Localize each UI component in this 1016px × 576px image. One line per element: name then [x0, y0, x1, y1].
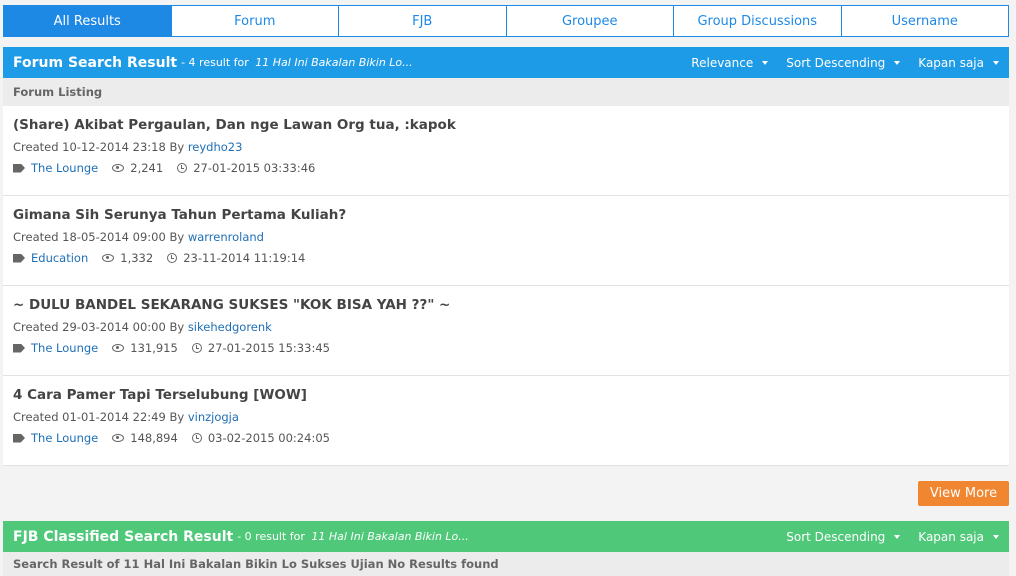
- caret-down-icon: [993, 534, 999, 539]
- search-tabs: All Results Forum FJB Groupee Group Disc…: [3, 5, 1009, 37]
- forum-result-title: Forum Search Result: [13, 54, 178, 71]
- category-link[interactable]: Education: [31, 251, 88, 265]
- view-more-button[interactable]: View More: [918, 481, 1009, 506]
- tag-icon: [13, 343, 25, 353]
- last-post-time: 23-11-2014 11:19:14: [183, 251, 306, 265]
- tab-forum[interactable]: Forum: [172, 6, 339, 36]
- created-text: Created 01-01-2014 22:49 By: [13, 410, 185, 424]
- list-item: ~ DULU BANDEL SEKARANG SUKSES "KOK BISA …: [3, 286, 1009, 376]
- thread-title-link[interactable]: 4 Cara Pamer Tapi Terselubung [WOW]: [13, 387, 999, 403]
- clock-icon: [167, 253, 178, 263]
- thread-created: Created 18-05-2014 09:00 By warrenroland: [13, 230, 999, 244]
- time-filter-label: Kapan saja: [918, 529, 984, 544]
- thread-title-link[interactable]: (Share) Akibat Pergaulan, Dan nge Lawan …: [13, 117, 999, 133]
- clock-icon: [191, 433, 202, 443]
- thread-stats: The Lounge 131,915 27-01-2015 15:33:45: [13, 341, 999, 355]
- category-link[interactable]: The Lounge: [31, 431, 98, 445]
- caret-down-icon: [894, 534, 901, 539]
- forum-result-header: Forum Search Result - 4 result for 11 Ha…: [3, 47, 1009, 78]
- thread-created: Created 01-01-2014 22:49 By vinzjogja: [13, 410, 999, 424]
- eye-icon: [112, 344, 125, 352]
- thread-title-link[interactable]: ~ DULU BANDEL SEKARANG SUKSES "KOK BISA …: [13, 297, 999, 313]
- category-link[interactable]: The Lounge: [31, 341, 98, 355]
- view-count: 1,332: [120, 251, 154, 265]
- forum-result-list: (Share) Akibat Pergaulan, Dan nge Lawan …: [3, 106, 1009, 466]
- time-filter-dropdown[interactable]: Kapan saja: [918, 56, 999, 70]
- caret-down-icon: [894, 60, 901, 65]
- last-post-time: 27-01-2015 15:33:45: [207, 341, 330, 355]
- caret-down-icon: [993, 60, 999, 65]
- created-text: Created 10-12-2014 23:18 By: [13, 140, 185, 154]
- eye-icon: [112, 434, 125, 442]
- tab-group-discussions[interactable]: Group Discussions: [674, 6, 842, 36]
- sort-order-dropdown[interactable]: Sort Descending: [786, 55, 901, 70]
- thread-stats: The Lounge 2,241 27-01-2015 03:33:46: [13, 161, 999, 175]
- last-post-time: 03-02-2015 00:24:05: [207, 431, 330, 445]
- created-text: Created 18-05-2014 09:00 By: [13, 230, 185, 244]
- created-text: Created 29-03-2014 00:00 By: [13, 320, 185, 334]
- tag-icon: [13, 433, 25, 443]
- tab-username[interactable]: Username: [842, 6, 1009, 36]
- eye-icon: [102, 254, 115, 262]
- view-count: 148,894: [130, 431, 178, 445]
- fjb-result-title: FJB Classified Search Result: [13, 528, 234, 545]
- tag-icon: [13, 253, 25, 263]
- list-item: (Share) Akibat Pergaulan, Dan nge Lawan …: [3, 106, 1009, 196]
- tab-groupee[interactable]: Groupee: [507, 6, 674, 36]
- fjb-sort-order-dropdown[interactable]: Sort Descending: [786, 529, 901, 544]
- forum-result-summary: - 4 result for 11 Hal Ini Bakalan Bikin …: [181, 56, 413, 69]
- author-link[interactable]: reydho23: [188, 140, 243, 154]
- eye-icon: [112, 164, 125, 172]
- list-item: Gimana Sih Serunya Tahun Pertama Kuliah?…: [3, 196, 1009, 286]
- relevance-dropdown[interactable]: Relevance: [691, 55, 769, 70]
- fjb-sort-controls: Sort Descending Kapan saja: [786, 530, 999, 544]
- category-link[interactable]: The Lounge: [31, 161, 98, 175]
- thread-created: Created 29-03-2014 00:00 By sikehedgoren…: [13, 320, 999, 334]
- author-link[interactable]: warrenroland: [188, 230, 264, 244]
- caret-down-icon: [762, 60, 769, 65]
- fjb-time-filter-dropdown[interactable]: Kapan saja: [918, 530, 999, 544]
- thread-stats: Education 1,332 23-11-2014 11:19:14: [13, 251, 999, 265]
- last-post-time: 27-01-2015 03:33:46: [193, 161, 316, 175]
- clock-icon: [177, 163, 188, 173]
- thread-title-link[interactable]: Gimana Sih Serunya Tahun Pertama Kuliah?: [13, 207, 999, 223]
- tag-icon: [13, 163, 25, 173]
- fjb-no-results: Search Result of 11 Hal Ini Bakalan Biki…: [3, 552, 1009, 576]
- thread-stats: The Lounge 148,894 03-02-2015 00:24:05: [13, 431, 999, 445]
- fjb-result-summary: - 0 result for 11 Hal Ini Bakalan Bikin …: [237, 530, 469, 543]
- view-count: 2,241: [130, 161, 164, 175]
- view-count: 131,915: [130, 341, 178, 355]
- forum-result-count: - 4 result for: [181, 56, 249, 69]
- author-link[interactable]: vinzjogja: [188, 410, 239, 424]
- clock-icon: [191, 343, 202, 353]
- forum-listing-label: Forum Listing: [3, 78, 1009, 106]
- fjb-result-query: 11 Hal Ini Bakalan Bikin Lo...: [311, 530, 469, 543]
- forum-result-query: 11 Hal Ini Bakalan Bikin Lo...: [255, 56, 413, 69]
- time-filter-label: Kapan saja: [918, 55, 984, 70]
- sort-order-label: Sort Descending: [786, 55, 886, 70]
- relevance-label: Relevance: [691, 55, 754, 70]
- sort-order-label: Sort Descending: [786, 529, 886, 544]
- forum-sort-controls: Relevance Sort Descending Kapan saja: [691, 56, 999, 70]
- thread-created: Created 10-12-2014 23:18 By reydho23: [13, 140, 999, 154]
- tab-all-results[interactable]: All Results: [4, 6, 172, 36]
- fjb-result-count: - 0 result for: [237, 530, 305, 543]
- author-link[interactable]: sikehedgorenk: [188, 320, 272, 334]
- list-item: 4 Cara Pamer Tapi Terselubung [WOW] Crea…: [3, 376, 1009, 466]
- fjb-result-header: FJB Classified Search Result - 0 result …: [3, 521, 1009, 552]
- tab-fjb[interactable]: FJB: [339, 6, 507, 36]
